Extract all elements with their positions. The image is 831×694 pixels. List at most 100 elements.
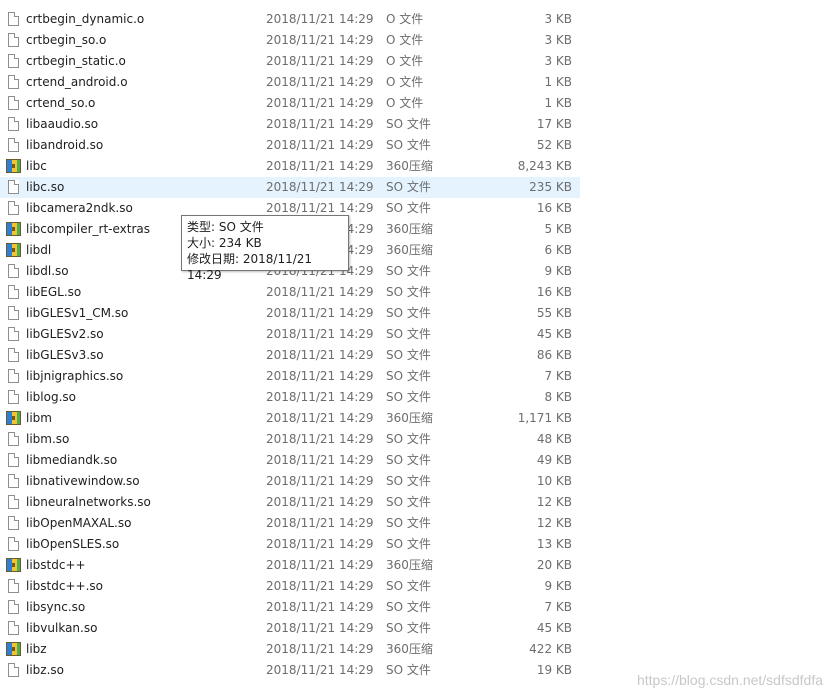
file-type: SO 文件 bbox=[386, 663, 431, 677]
file-date: 2018/11/21 14:29 bbox=[266, 54, 374, 68]
archive-icon bbox=[6, 408, 22, 429]
file-size: 45 KB bbox=[536, 327, 572, 341]
tooltip-size: 大小: 234 KB bbox=[187, 236, 262, 250]
file-size: 7 KB bbox=[544, 369, 572, 383]
file-row[interactable]: libjnigraphics.so 2018/11/21 14:29 SO 文件… bbox=[0, 366, 580, 387]
file-type: SO 文件 bbox=[386, 600, 431, 614]
file-row[interactable]: crtbegin_so.o 2018/11/21 14:29 O 文件 3 KB bbox=[0, 30, 580, 51]
file-row[interactable]: libc.so 2018/11/21 14:29 SO 文件 235 KB bbox=[0, 177, 580, 198]
file-date: 2018/11/21 14:29 bbox=[266, 285, 374, 299]
file-row[interactable]: libvulkan.so 2018/11/21 14:29 SO 文件 45 K… bbox=[0, 618, 580, 639]
file-tooltip: 类型: SO 文件 大小: 234 KB 修改日期: 2018/11/21 14… bbox=[181, 215, 349, 282]
file-icon bbox=[6, 114, 22, 135]
file-size: 16 KB bbox=[536, 285, 572, 299]
file-row[interactable]: liblog.so 2018/11/21 14:29 SO 文件 8 KB bbox=[0, 387, 580, 408]
file-icon bbox=[6, 660, 22, 681]
file-size: 3 KB bbox=[544, 54, 572, 68]
file-row[interactable]: crtend_so.o 2018/11/21 14:29 O 文件 1 KB bbox=[0, 93, 580, 114]
file-name: libandroid.so bbox=[26, 138, 104, 152]
file-type: SO 文件 bbox=[386, 621, 431, 635]
file-icon bbox=[6, 177, 22, 198]
file-date: 2018/11/21 14:29 bbox=[266, 642, 374, 656]
file-row[interactable]: libmediandk.so 2018/11/21 14:29 SO 文件 49… bbox=[0, 450, 580, 471]
file-size: 9 KB bbox=[544, 579, 572, 593]
file-icon bbox=[6, 198, 22, 219]
file-name: libc bbox=[26, 159, 47, 173]
file-size: 45 KB bbox=[536, 621, 572, 635]
file-name: libaaudio.so bbox=[26, 117, 99, 131]
file-row[interactable]: libstdc++ 2018/11/21 14:29 360压缩 20 KB bbox=[0, 555, 580, 576]
file-row[interactable]: libGLESv3.so 2018/11/21 14:29 SO 文件 86 K… bbox=[0, 345, 580, 366]
file-name: libm bbox=[26, 411, 52, 425]
file-date: 2018/11/21 14:29 bbox=[266, 390, 374, 404]
file-row[interactable]: libGLESv1_CM.so 2018/11/21 14:29 SO 文件 5… bbox=[0, 303, 580, 324]
file-size: 7 KB bbox=[544, 600, 572, 614]
file-row[interactable]: libandroid.so 2018/11/21 14:29 SO 文件 52 … bbox=[0, 135, 580, 156]
file-type: 360压缩 bbox=[386, 222, 433, 236]
file-row[interactable]: crtbegin_static.o 2018/11/21 14:29 O 文件 … bbox=[0, 51, 580, 72]
file-type: SO 文件 bbox=[386, 432, 431, 446]
file-type: SO 文件 bbox=[386, 327, 431, 341]
file-row[interactable]: libc 2018/11/21 14:29 360压缩 8,243 KB bbox=[0, 156, 580, 177]
file-date: 2018/11/21 14:29 bbox=[266, 558, 374, 572]
file-icon bbox=[6, 30, 22, 51]
file-date: 2018/11/21 14:29 bbox=[266, 474, 374, 488]
file-name: libsync.so bbox=[26, 600, 86, 614]
file-size: 5 KB bbox=[544, 222, 572, 236]
file-name: libOpenSLES.so bbox=[26, 537, 120, 551]
file-type: SO 文件 bbox=[386, 537, 431, 551]
file-size: 48 KB bbox=[536, 432, 572, 446]
file-size: 49 KB bbox=[536, 453, 572, 467]
file-row[interactable]: libsync.so 2018/11/21 14:29 SO 文件 7 KB bbox=[0, 597, 580, 618]
file-row[interactable]: libEGL.so 2018/11/21 14:29 SO 文件 16 KB bbox=[0, 282, 580, 303]
file-type: SO 文件 bbox=[386, 474, 431, 488]
file-icon bbox=[6, 303, 22, 324]
file-type: SO 文件 bbox=[386, 369, 431, 383]
file-name: libOpenMAXAL.so bbox=[26, 516, 132, 530]
file-icon bbox=[6, 576, 22, 597]
file-size: 52 KB bbox=[536, 138, 572, 152]
file-size: 86 KB bbox=[536, 348, 572, 362]
file-type: 360压缩 bbox=[386, 642, 433, 656]
file-name: libmediandk.so bbox=[26, 453, 118, 467]
file-icon bbox=[6, 9, 22, 30]
file-row[interactable]: libm.so 2018/11/21 14:29 SO 文件 48 KB bbox=[0, 429, 580, 450]
file-date: 2018/11/21 14:29 bbox=[266, 348, 374, 362]
file-row[interactable]: crtend_android.o 2018/11/21 14:29 O 文件 1… bbox=[0, 72, 580, 93]
file-row[interactable]: libm 2018/11/21 14:29 360压缩 1,171 KB bbox=[0, 408, 580, 429]
file-type: 360压缩 bbox=[386, 243, 433, 257]
file-row[interactable]: libGLESv2.so 2018/11/21 14:29 SO 文件 45 K… bbox=[0, 324, 580, 345]
file-row[interactable]: libnativewindow.so 2018/11/21 14:29 SO 文… bbox=[0, 471, 580, 492]
file-row[interactable]: libz 2018/11/21 14:29 360压缩 422 KB bbox=[0, 639, 580, 660]
file-size: 16 KB bbox=[536, 201, 572, 215]
file-size: 6 KB bbox=[544, 243, 572, 257]
file-name: libnativewindow.so bbox=[26, 474, 140, 488]
file-date: 2018/11/21 14:29 bbox=[266, 432, 374, 446]
file-row[interactable]: libstdc++.so 2018/11/21 14:29 SO 文件 9 KB bbox=[0, 576, 580, 597]
file-date: 2018/11/21 14:29 bbox=[266, 159, 374, 173]
file-date: 2018/11/21 14:29 bbox=[266, 663, 374, 677]
file-list[interactable]: crtbegin_dynamic.o 2018/11/21 14:29 O 文件… bbox=[0, 9, 580, 681]
file-type: SO 文件 bbox=[386, 117, 431, 131]
tooltip-type: 类型: SO 文件 bbox=[187, 220, 264, 234]
file-size: 1 KB bbox=[544, 96, 572, 110]
file-date: 2018/11/21 14:29 bbox=[266, 453, 374, 467]
file-row[interactable]: libaaudio.so 2018/11/21 14:29 SO 文件 17 K… bbox=[0, 114, 580, 135]
file-date: 2018/11/21 14:29 bbox=[266, 516, 374, 530]
file-row[interactable]: libOpenSLES.so 2018/11/21 14:29 SO 文件 13… bbox=[0, 534, 580, 555]
file-row[interactable]: crtbegin_dynamic.o 2018/11/21 14:29 O 文件… bbox=[0, 9, 580, 30]
file-type: SO 文件 bbox=[386, 348, 431, 362]
file-type: SO 文件 bbox=[386, 495, 431, 509]
watermark: https://blog.csdn.net/sdfsdfdfa bbox=[636, 672, 823, 688]
file-name: crtbegin_so.o bbox=[26, 33, 107, 47]
file-row[interactable]: libz.so 2018/11/21 14:29 SO 文件 19 KB bbox=[0, 660, 580, 681]
file-icon bbox=[6, 492, 22, 513]
file-size: 1 KB bbox=[544, 75, 572, 89]
file-type: 360压缩 bbox=[386, 558, 433, 572]
file-name: crtend_so.o bbox=[26, 96, 96, 110]
file-row[interactable]: libOpenMAXAL.so 2018/11/21 14:29 SO 文件 1… bbox=[0, 513, 580, 534]
file-name: libGLESv1_CM.so bbox=[26, 306, 129, 320]
tooltip-modified: 修改日期: 2018/11/21 14:29 bbox=[187, 252, 313, 282]
file-row[interactable]: libneuralnetworks.so 2018/11/21 14:29 SO… bbox=[0, 492, 580, 513]
file-icon bbox=[6, 429, 22, 450]
